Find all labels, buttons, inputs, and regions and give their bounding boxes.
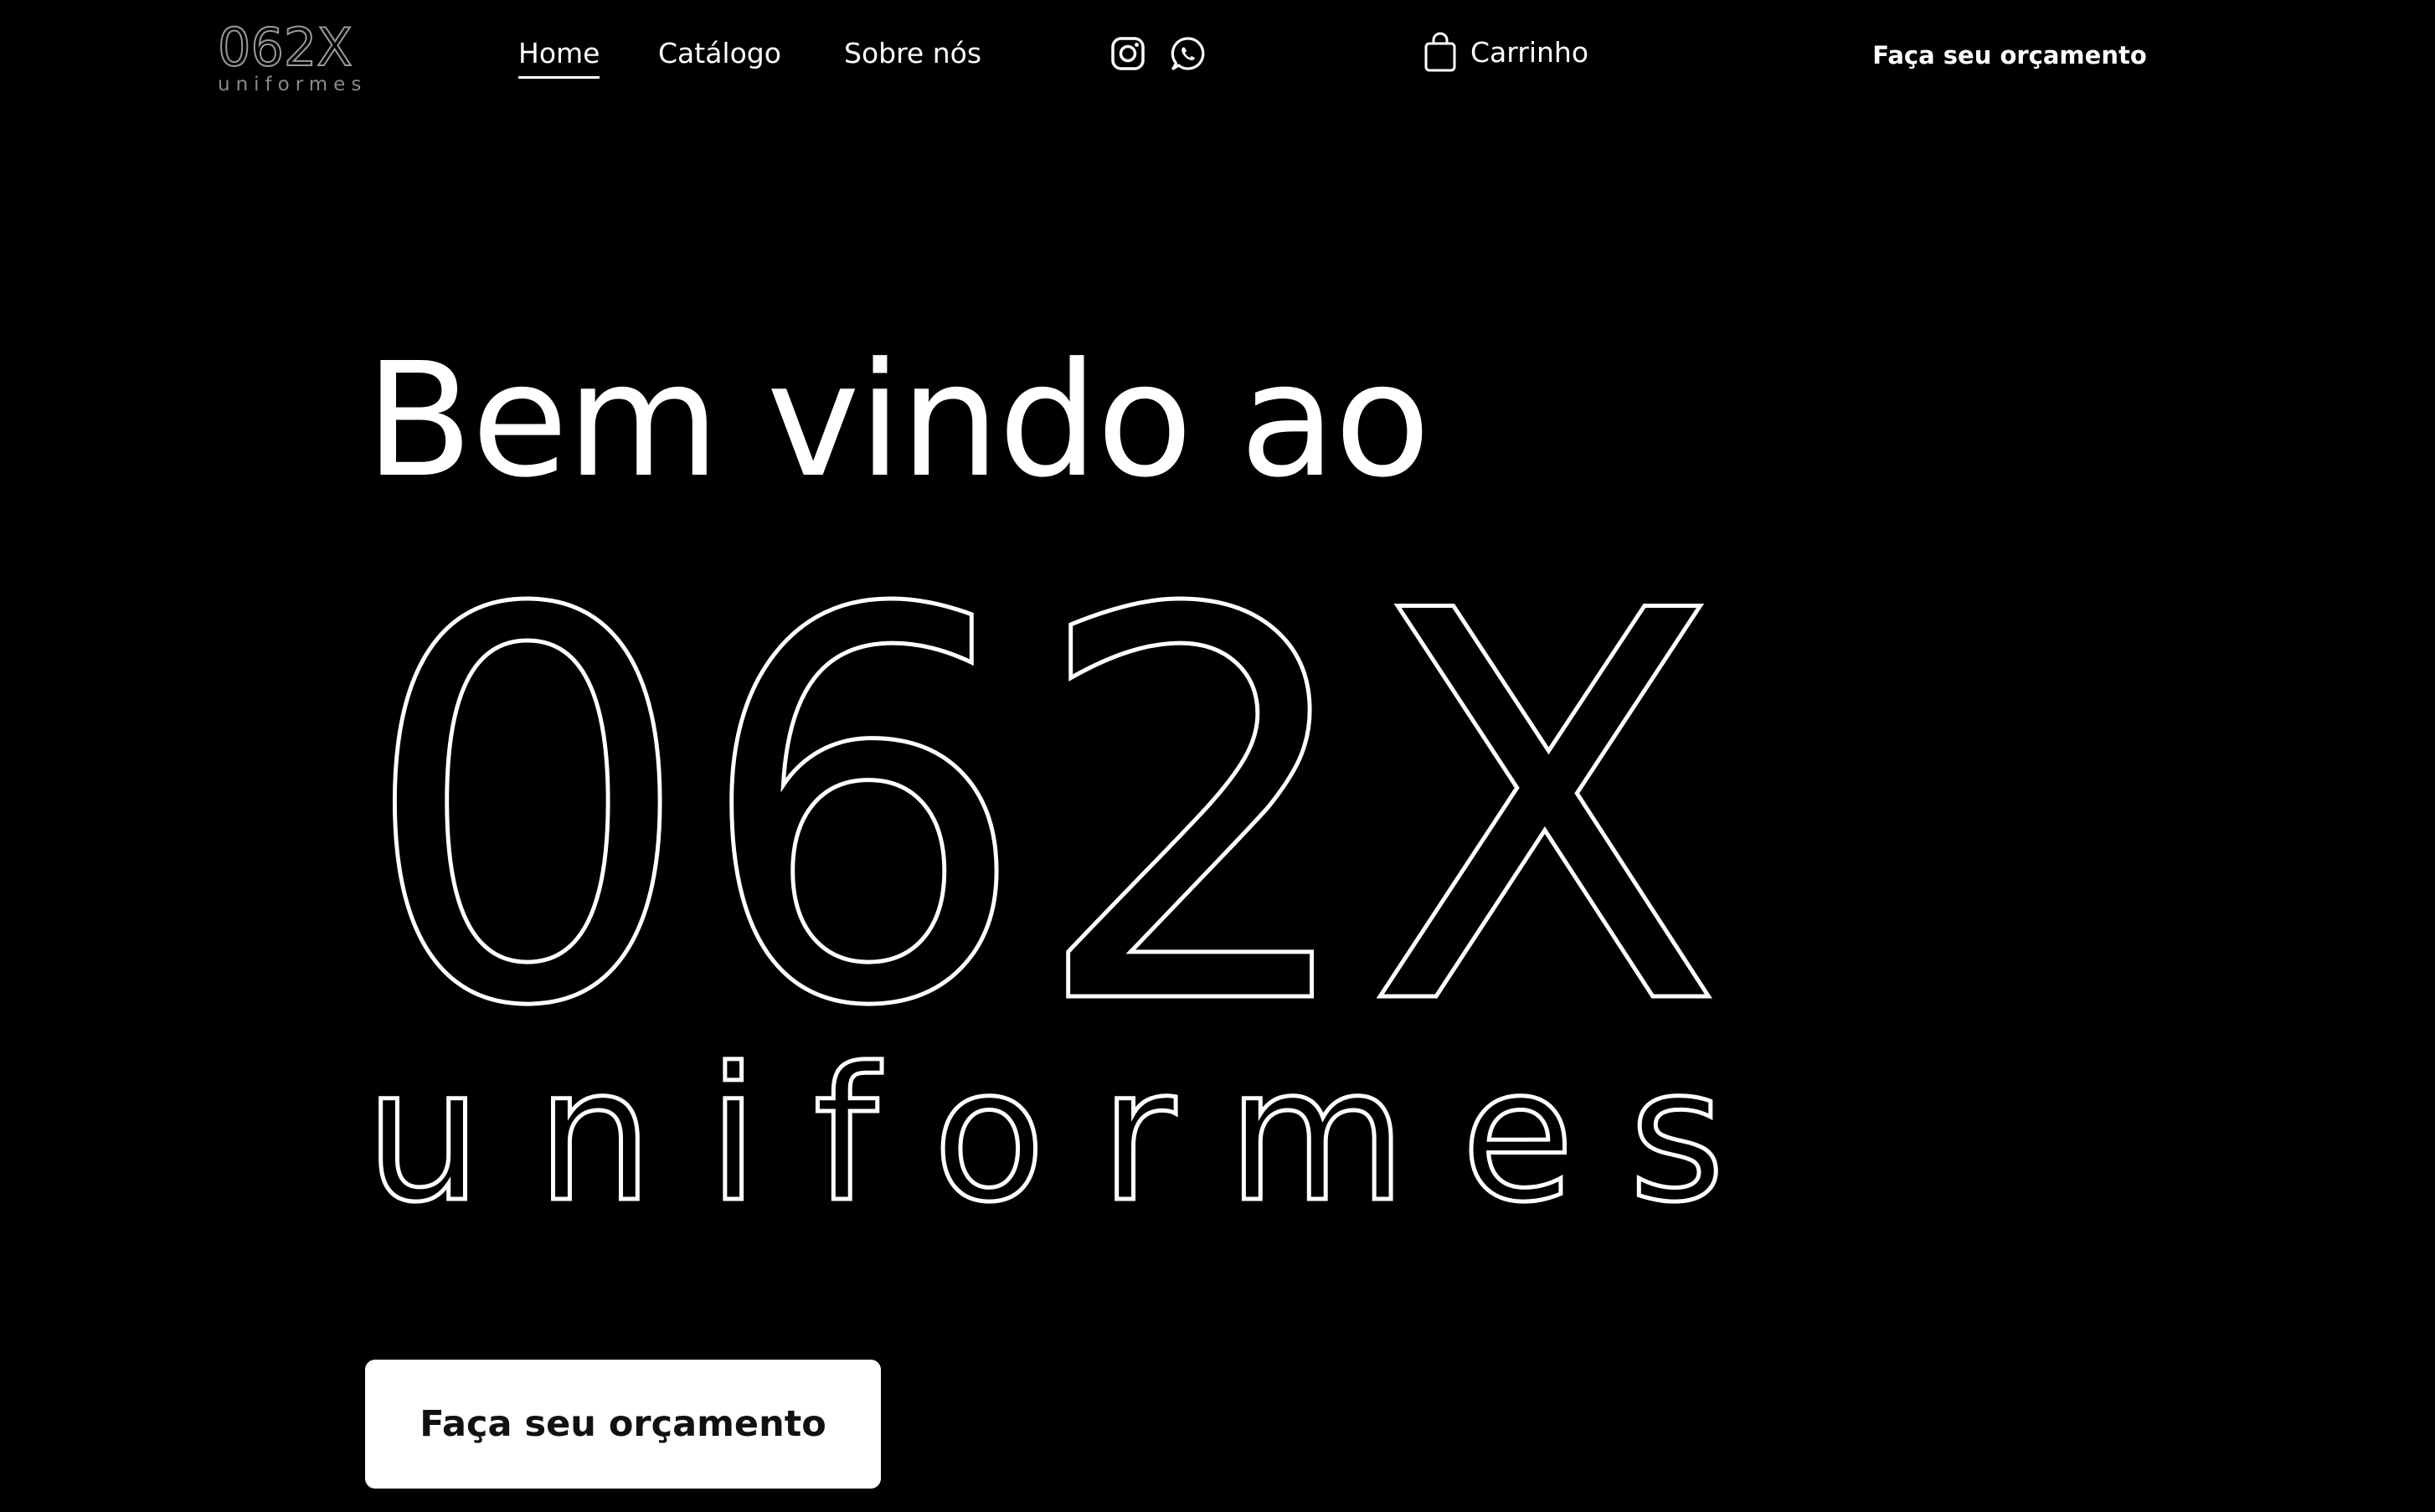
cart-link[interactable]: Carrinho <box>1423 28 1588 75</box>
cart-label: Carrinho <box>1470 35 1589 69</box>
nav-catalogo[interactable]: Catálogo <box>658 35 781 72</box>
hero-logo: 062X uniformes <box>360 578 1727 1222</box>
instagram-icon[interactable] <box>1109 35 1146 72</box>
nav-home[interactable]: Home <box>518 35 600 79</box>
logo-main-text: 062X <box>218 20 353 78</box>
hero-quote-button[interactable]: Faça seu orçamento <box>365 1360 881 1489</box>
hero-logo-sub: uniformes <box>365 1028 1725 1222</box>
nav-sobre-nos[interactable]: Sobre nós <box>844 35 981 72</box>
whatsapp-icon[interactable] <box>1170 35 1207 72</box>
shopping-bag-icon <box>1424 32 1456 72</box>
logo-sub-text: uniformes <box>218 74 367 94</box>
hero-welcome-heading: Bem vindo ao <box>365 329 1431 512</box>
logo[interactable]: 062X uniformes <box>216 20 371 94</box>
header-quote-button[interactable]: Faça seu orçamento <box>1859 37 2160 74</box>
